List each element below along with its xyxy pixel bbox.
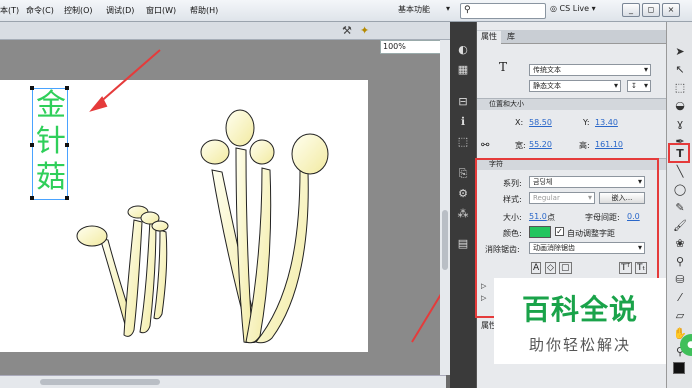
eyedropper-tool-icon[interactable]: ⁄	[672, 290, 688, 306]
pencil-tool-icon[interactable]: ✎	[672, 200, 688, 216]
panel-icon-strip: ◐ ▦ ⊟ ℹ ⬚ ⎘ ⚙ ⁂ ▤	[450, 22, 476, 388]
section-position-size[interactable]: 位置和大小	[477, 98, 667, 110]
watermark-subtitle: 助你轻松解决	[528, 336, 631, 354]
bone-tool-icon[interactable]: ⚲	[672, 254, 688, 270]
watermark-title: 百科全说	[521, 293, 638, 326]
orientation-select[interactable]: ↧	[627, 80, 651, 92]
tools-panel: ➤ ↖ ⬚ ◒ ɣ ✒ T ╲ ◯ ✎ 🖌 ❀ ⚲ ⛁ ⁄ ▱ ✋ ⚲	[666, 22, 692, 388]
align-icon[interactable]: ⊟	[454, 94, 472, 110]
text-mode-select[interactable]: 静态文本	[529, 80, 621, 92]
tab-library[interactable]: 库	[503, 31, 519, 44]
scroll-thumb[interactable]	[40, 379, 160, 385]
x-value[interactable]: 58.50	[529, 118, 552, 127]
3d-rotation-tool-icon[interactable]: ◒	[672, 98, 688, 114]
height-label: 高:	[579, 141, 590, 150]
text-tool-highlight	[668, 143, 690, 163]
panel-tabs: 属性 库	[477, 30, 667, 44]
lock-icon[interactable]: ⚯	[481, 140, 489, 151]
width-value[interactable]: 55.20	[529, 140, 552, 149]
subselection-tool-icon[interactable]: ↖	[672, 62, 688, 78]
motion-presets-icon[interactable]: ⁂	[454, 206, 472, 222]
y-label: Y:	[583, 118, 590, 127]
deco-tool-icon[interactable]: ❀	[672, 236, 688, 252]
paint-bucket-icon[interactable]: ⛁	[672, 272, 688, 288]
height-value[interactable]: 161.10	[595, 140, 623, 149]
components-icon[interactable]: ⚙	[454, 186, 472, 202]
eraser-tool-icon[interactable]: ▱	[672, 308, 688, 324]
stroke-color-swatch[interactable]	[673, 362, 685, 374]
scroll-thumb[interactable]	[442, 210, 448, 270]
y-value[interactable]: 13.40	[595, 118, 618, 127]
text-type-select[interactable]: 传统文本	[529, 64, 651, 76]
history-icon[interactable]: ▤	[454, 236, 472, 252]
line-tool-icon[interactable]: ╲	[672, 164, 688, 180]
info-icon[interactable]: ℹ	[454, 114, 472, 130]
brush-tool-icon[interactable]: 🖌	[672, 218, 688, 234]
lasso-tool-icon[interactable]: ɣ	[672, 116, 688, 132]
transform-icon[interactable]: ⬚	[454, 134, 472, 150]
watermark: 百科全说 助你轻松解决	[494, 278, 666, 364]
width-label: 宽:	[515, 141, 526, 150]
selection-tool-icon[interactable]: ➤	[672, 44, 688, 60]
tab-properties[interactable]: 属性	[477, 31, 501, 44]
code-snippets-icon[interactable]: ⎘	[454, 166, 472, 182]
orientation-icon: ↧	[631, 82, 637, 90]
swatches-icon[interactable]: ▦	[454, 62, 472, 78]
oval-tool-icon[interactable]: ◯	[672, 182, 688, 198]
vertical-scrollbar[interactable]	[440, 40, 450, 375]
horizontal-scrollbar[interactable]	[0, 375, 446, 388]
x-label: X:	[515, 118, 524, 127]
color-icon[interactable]: ◐	[454, 42, 472, 58]
text-tool-icon: T	[499, 60, 508, 74]
free-transform-tool-icon[interactable]: ⬚	[672, 80, 688, 96]
